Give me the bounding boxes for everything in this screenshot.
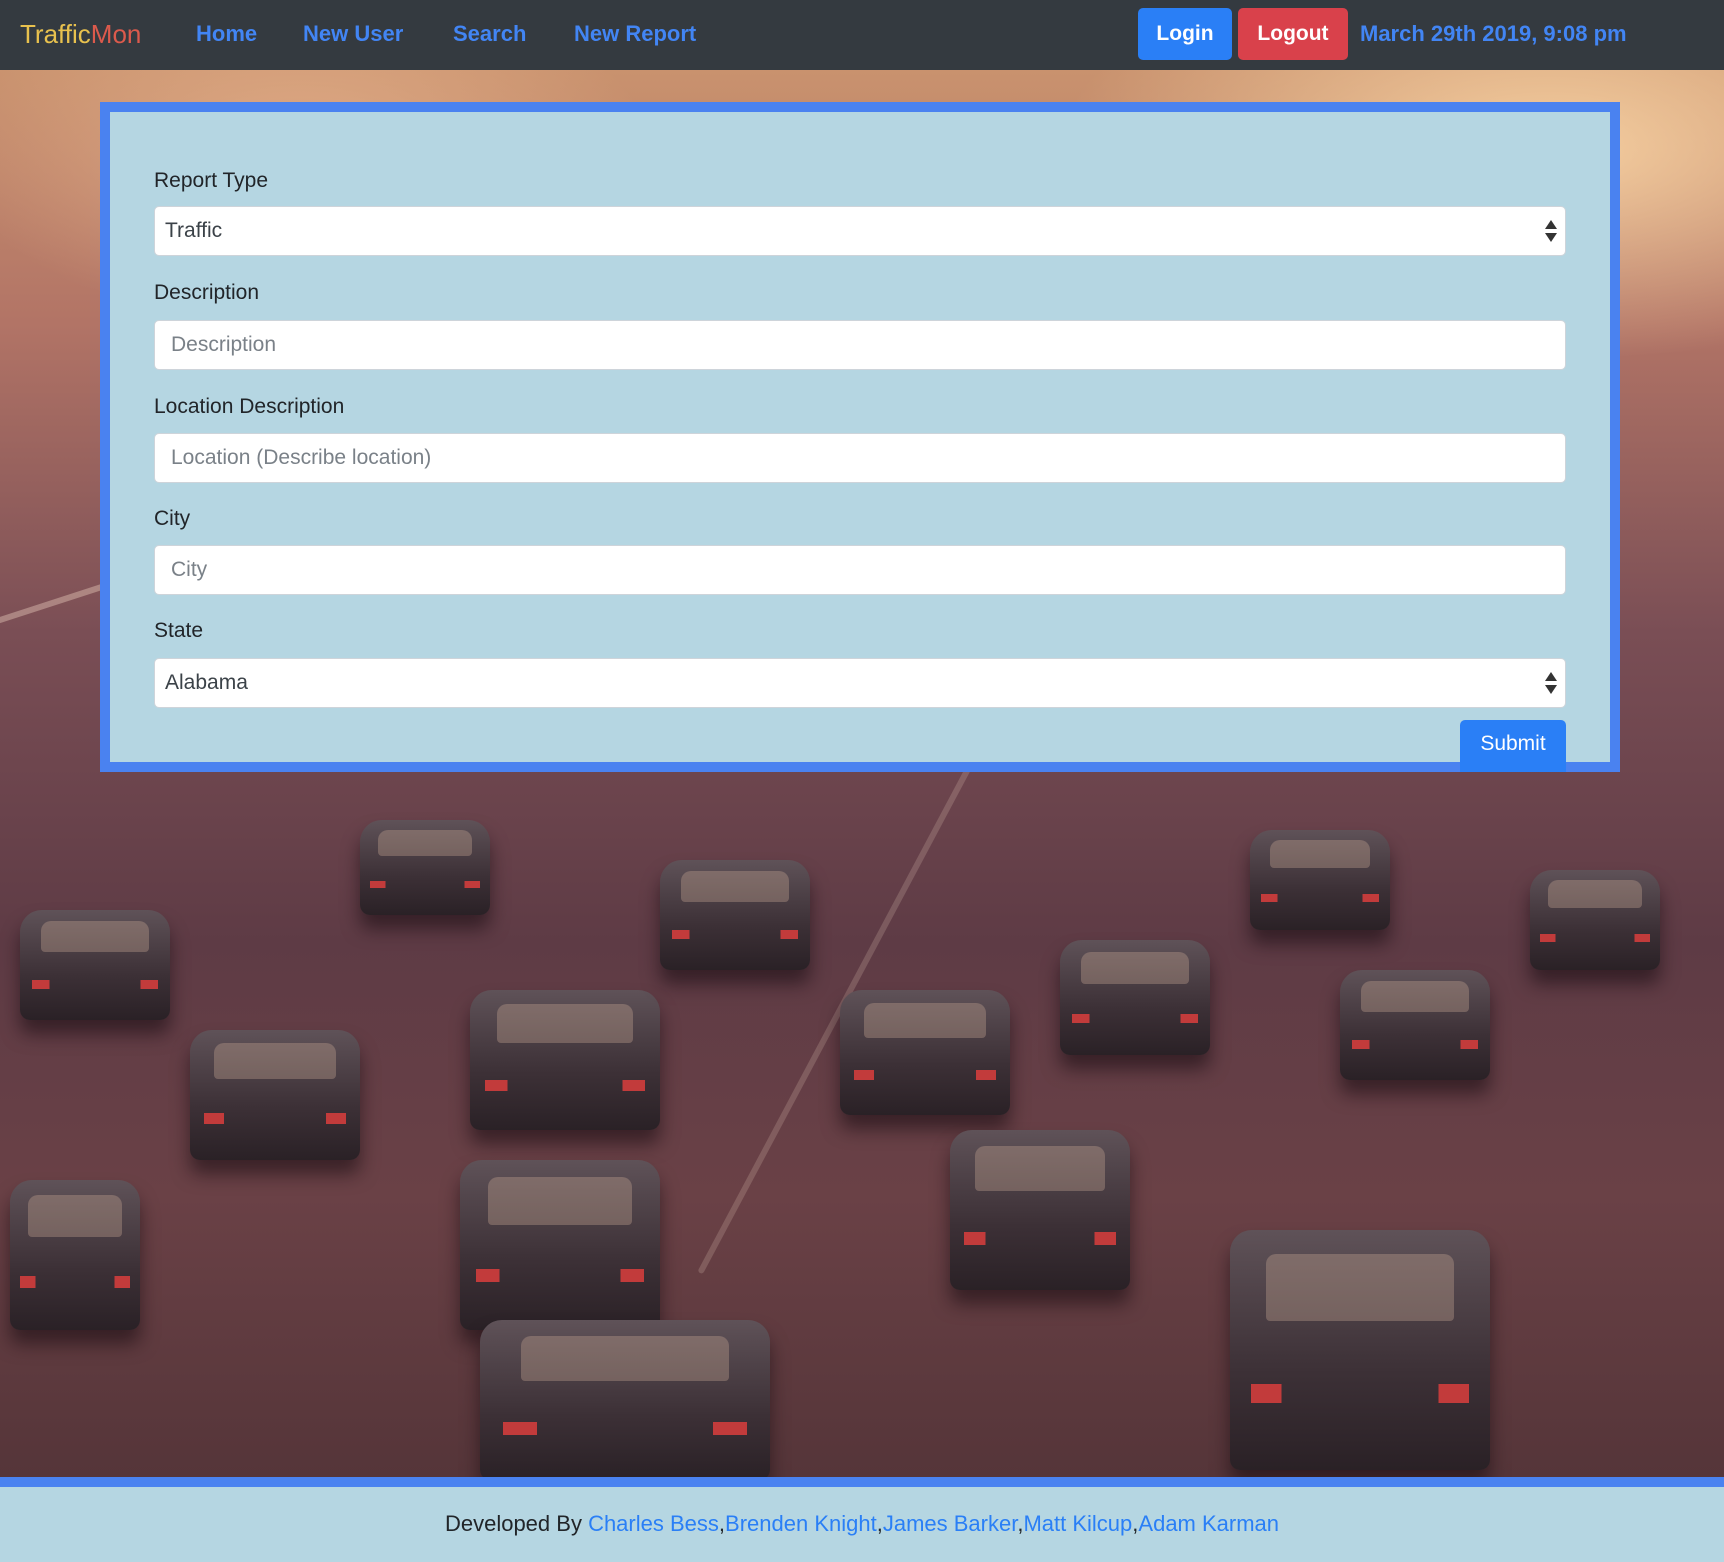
car bbox=[20, 910, 170, 1020]
description-label: Description bbox=[154, 281, 260, 304]
developer-link-brenden-knight[interactable]: Brenden Knight bbox=[725, 1511, 877, 1536]
footer-developed-by: Developed By bbox=[444, 1511, 589, 1536]
state-value: Alabama bbox=[165, 671, 248, 694]
car bbox=[1060, 940, 1210, 1055]
developer-link-charles-bess[interactable]: Charles Bess bbox=[588, 1511, 719, 1536]
car bbox=[840, 990, 1010, 1115]
car bbox=[950, 1130, 1130, 1290]
logout-button[interactable]: Logout bbox=[1238, 8, 1348, 60]
location-description-label: Location Description bbox=[154, 395, 345, 418]
login-button[interactable]: Login bbox=[1138, 8, 1232, 60]
state-label: State bbox=[154, 619, 204, 642]
brand-part-traffic: Traffic bbox=[20, 19, 91, 49]
description-input[interactable] bbox=[154, 320, 1566, 370]
brand-part-mon: Mon bbox=[90, 19, 142, 49]
nav-home-link[interactable]: Home bbox=[196, 20, 257, 48]
location-description-input[interactable] bbox=[154, 433, 1566, 483]
car bbox=[1530, 870, 1660, 970]
car bbox=[460, 1160, 660, 1330]
new-report-form: Report Type Traffic Description Location… bbox=[100, 102, 1620, 772]
navbar: TrafficMon Home New User Search New Repo… bbox=[0, 0, 1724, 70]
report-type-value: Traffic bbox=[165, 219, 223, 242]
brand-logo[interactable]: TrafficMon bbox=[20, 18, 141, 50]
city-label: City bbox=[154, 507, 191, 530]
select-caret-icon bbox=[1545, 669, 1557, 697]
car bbox=[1250, 830, 1390, 930]
car bbox=[480, 1320, 770, 1477]
car bbox=[190, 1030, 360, 1160]
developer-link-matt-kilcup[interactable]: Matt Kilcup bbox=[1023, 1511, 1132, 1536]
current-datetime: March 29th 2019, 9:08 pm bbox=[1360, 21, 1627, 46]
car bbox=[10, 1180, 140, 1330]
car bbox=[1230, 1230, 1490, 1470]
state-select[interactable]: Alabama bbox=[154, 658, 1566, 708]
submit-button[interactable]: Submit bbox=[1460, 720, 1566, 772]
select-caret-icon bbox=[1545, 217, 1557, 245]
city-input[interactable] bbox=[154, 545, 1566, 595]
nav-new-report-link[interactable]: New Report bbox=[574, 20, 696, 48]
report-type-label: Report Type bbox=[154, 169, 269, 192]
nav-search-link[interactable]: Search bbox=[453, 20, 526, 48]
footer: Developed By Charles Bess,Brenden Knight… bbox=[0, 1477, 1724, 1562]
car bbox=[1340, 970, 1490, 1080]
report-type-select[interactable]: Traffic bbox=[154, 206, 1566, 256]
developer-link-adam-karman[interactable]: Adam Karman bbox=[1138, 1511, 1279, 1536]
developer-link-james-barker[interactable]: James Barker bbox=[883, 1511, 1018, 1536]
nav-new-user-link[interactable]: New User bbox=[303, 20, 403, 48]
car bbox=[470, 990, 660, 1130]
car bbox=[660, 860, 810, 970]
car bbox=[360, 820, 490, 915]
